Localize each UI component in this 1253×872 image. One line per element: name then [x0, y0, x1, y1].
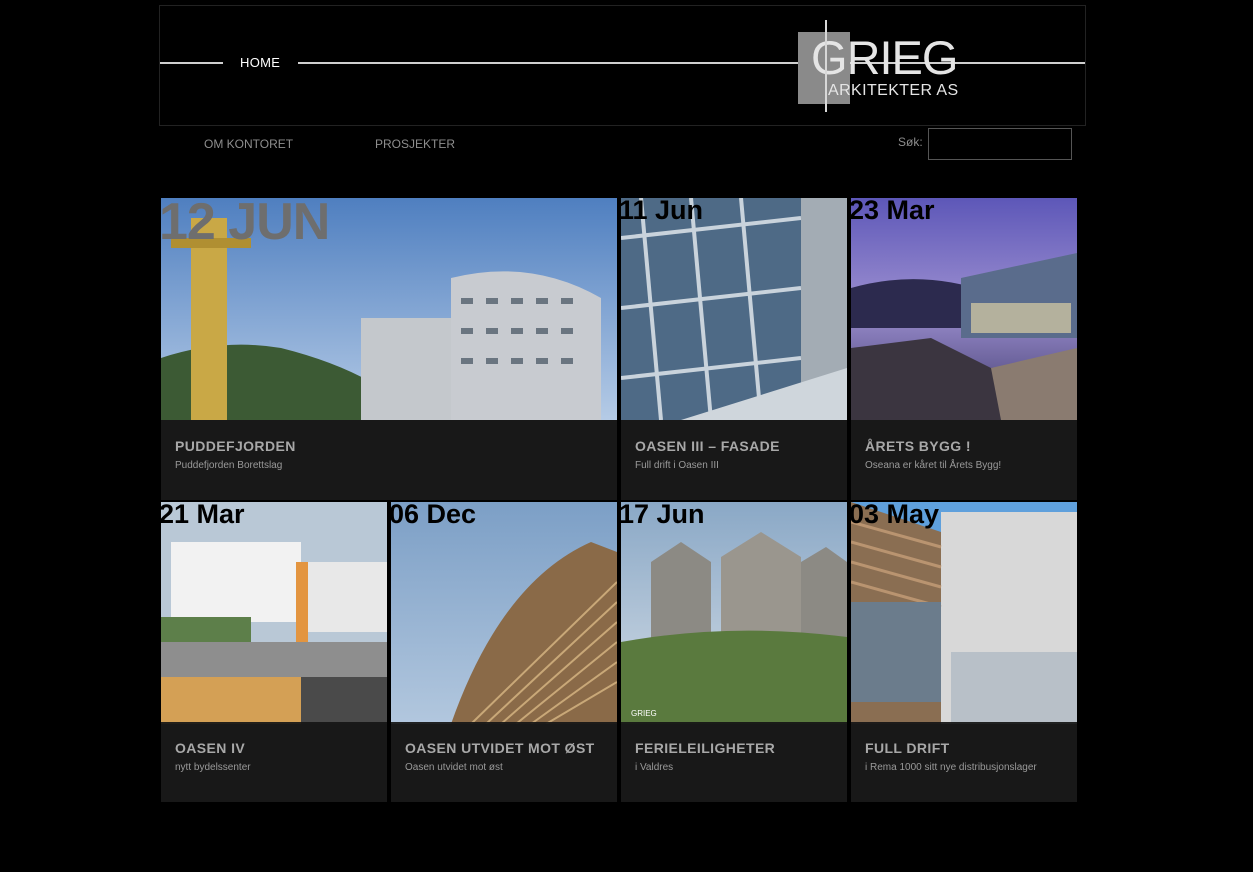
post-title[interactable]: ÅRETS BYGG !: [865, 438, 971, 454]
post-tile-ferieleiligheter[interactable]: GRIEG 17 Jun FERIELEILIGHETER i Valdres: [621, 502, 847, 802]
nav-om-kontoret[interactable]: OM KONTORET: [204, 137, 293, 151]
post-title[interactable]: OASEN UTVIDET MOT ØST: [405, 740, 595, 756]
post-caption: ÅRETS BYGG ! Oseana er kåret til Årets B…: [851, 420, 1077, 500]
post-tile-oasen-iii[interactable]: 11 Jun OASEN III – FASADE Full drift i O…: [621, 198, 847, 500]
post-subtitle: Full drift i Oasen III: [635, 460, 719, 471]
grieg-watermark: GRIEG: [631, 709, 657, 718]
post-subtitle: i Valdres: [635, 762, 674, 773]
search-label: Søk:: [898, 135, 923, 149]
post-tile-oasen-utvidet[interactable]: 06 Dec OASEN UTVIDET MOT ØST Oasen utvid…: [391, 502, 617, 802]
post-caption: FERIELEILIGHETER i Valdres: [621, 722, 847, 802]
search-input[interactable]: [928, 128, 1072, 160]
post-title[interactable]: OASEN IV: [175, 740, 245, 756]
post-title[interactable]: OASEN III – FASADE: [635, 438, 780, 454]
nav-home-link[interactable]: HOME: [240, 55, 280, 70]
nav-prosjekter[interactable]: PROSJEKTER: [375, 137, 455, 151]
post-tile-arets-bygg[interactable]: 23 Mar ÅRETS BYGG ! Oseana er kåret til …: [851, 198, 1077, 500]
post-subtitle: nytt bydelssenter: [175, 762, 251, 773]
post-title[interactable]: FERIELEILIGHETER: [635, 740, 775, 756]
post-caption: FULL DRIFT i Rema 1000 sitt nye distribu…: [851, 722, 1077, 802]
post-image: [851, 198, 1077, 420]
post-tile-oasen-iv[interactable]: 21 Mar OASEN IV nytt bydelssenter: [161, 502, 387, 802]
post-caption: OASEN III – FASADE Full drift i Oasen II…: [621, 420, 847, 500]
post-image: [161, 502, 387, 724]
post-tile-puddefjorden[interactable]: 12 JUN PUDDEFJORDEN Puddefjorden Boretts…: [161, 198, 617, 500]
post-image: [621, 198, 847, 420]
post-subtitle: Oseana er kåret til Årets Bygg!: [865, 460, 1002, 471]
post-title[interactable]: PUDDEFJORDEN: [175, 438, 296, 454]
post-date: 23 Mar: [851, 198, 935, 225]
header-rule-left: [160, 62, 223, 64]
logo-wordmark: GRIEG: [811, 31, 958, 84]
post-date: 06 Dec: [391, 502, 477, 529]
post-caption: OASEN UTVIDET MOT ØST Oasen utvidet mot …: [391, 722, 617, 802]
post-image: [621, 502, 847, 724]
post-image: [391, 502, 617, 724]
post-date: 17 Jun: [621, 502, 705, 529]
logo-vertical-line: [825, 20, 827, 112]
post-image: [851, 502, 1077, 724]
post-caption: PUDDEFJORDEN Puddefjorden Borettslag: [161, 420, 617, 500]
logo-subtitle: ARKITEKTER AS: [828, 82, 959, 99]
post-date: 03 May: [851, 502, 940, 529]
grieg-logo[interactable]: GRIEG ARKITEKTER AS: [797, 20, 967, 112]
post-title[interactable]: FULL DRIFT: [865, 740, 950, 756]
post-subtitle: Oasen utvidet mot øst: [405, 762, 503, 773]
post-caption: OASEN IV nytt bydelssenter: [161, 722, 387, 802]
post-subtitle: i Rema 1000 sitt nye distribusjonslager: [865, 762, 1037, 773]
post-subtitle: Puddefjorden Borettslag: [175, 460, 283, 471]
post-date: 12 JUN: [161, 198, 330, 251]
post-date: 21 Mar: [161, 502, 245, 529]
site-header: HOME GRIEG ARKITEKTER AS: [159, 5, 1086, 126]
post-tile-full-drift[interactable]: 03 May FULL DRIFT i Rema 1000 sitt nye d…: [851, 502, 1077, 802]
post-date: 11 Jun: [621, 198, 704, 225]
